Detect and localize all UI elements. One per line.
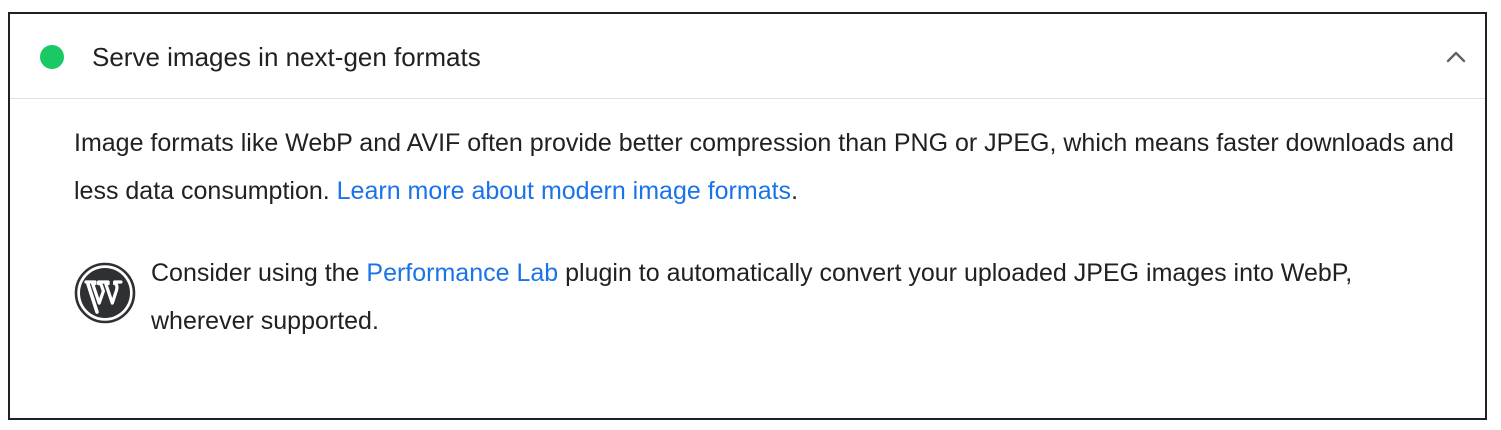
performance-lab-link[interactable]: Performance Lab — [366, 259, 558, 287]
wordpress-icon — [74, 262, 136, 324]
audit-header[interactable]: Serve images in next-gen formats — [10, 14, 1485, 99]
description-trailing: . — [791, 177, 799, 205]
stack-pack-prefix: Consider using the — [151, 259, 367, 287]
pass-status-icon — [40, 45, 64, 69]
audit-title: Serve images in next-gen formats — [92, 42, 481, 72]
audit-panel: Serve images in next-gen formats Image f… — [8, 12, 1487, 420]
stack-pack-text: Consider using the Performance Lab plugi… — [151, 249, 1451, 345]
learn-more-link[interactable]: Learn more about modern image formats — [337, 177, 791, 205]
audit-description: Image formats like WebP and AVIF often p… — [74, 119, 1454, 215]
chevron-up-icon[interactable] — [1443, 44, 1469, 70]
